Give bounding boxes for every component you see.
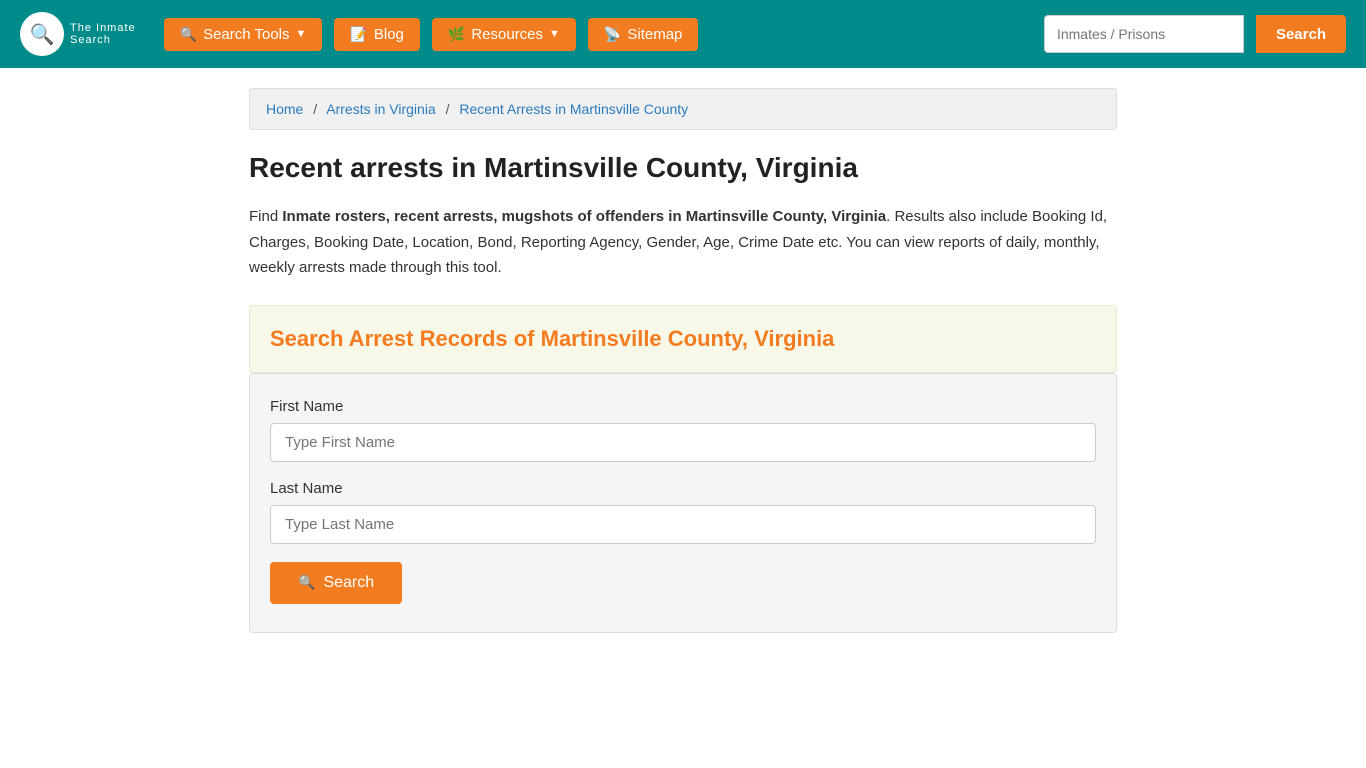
first-name-label: First Name: [270, 398, 1096, 415]
page-title: Recent arrests in Martinsville County, V…: [249, 152, 1117, 184]
breadcrumb-virginia-link[interactable]: Arrests in Virginia: [326, 101, 435, 117]
search-tools-icon: [180, 26, 197, 43]
last-name-input[interactable]: [270, 505, 1096, 544]
breadcrumb-separator: /: [313, 101, 317, 117]
header-search-input[interactable]: [1044, 15, 1244, 53]
sitemap-button[interactable]: Sitemap: [588, 18, 698, 51]
blog-icon: [350, 26, 367, 43]
search-form-area: First Name Last Name Search: [249, 373, 1117, 633]
blog-button[interactable]: Blog: [334, 18, 419, 51]
page-description: Find Inmate rosters, recent arrests, mug…: [249, 204, 1117, 281]
first-name-group: First Name: [270, 398, 1096, 462]
resources-icon: [448, 26, 465, 43]
search-submit-icon: [298, 574, 315, 592]
search-submit-button[interactable]: Search: [270, 562, 402, 604]
breadcrumb-martinsville-link[interactable]: Recent Arrests in Martinsville County: [459, 101, 688, 117]
logo-icon: 🔍: [20, 12, 64, 56]
chevron-down-icon: ▼: [549, 28, 560, 40]
breadcrumb: Home / Arrests in Virginia / Recent Arre…: [249, 88, 1117, 130]
last-name-label: Last Name: [270, 480, 1096, 497]
breadcrumb-home-link[interactable]: Home: [266, 101, 303, 117]
search-tools-button[interactable]: Search Tools ▼: [164, 18, 323, 51]
sitemap-icon: [604, 26, 621, 43]
chevron-down-icon: ▼: [296, 28, 307, 40]
search-section-title: Search Arrest Records of Martinsville Co…: [270, 326, 1096, 352]
main-content: Home / Arrests in Virginia / Recent Arre…: [233, 68, 1133, 653]
header-search-button[interactable]: Search: [1256, 15, 1346, 53]
last-name-group: Last Name: [270, 480, 1096, 544]
logo-text: The Inmate Search: [70, 22, 136, 46]
site-logo[interactable]: 🔍 The Inmate Search: [20, 12, 136, 56]
resources-button[interactable]: Resources ▼: [432, 18, 576, 51]
first-name-input[interactable]: [270, 423, 1096, 462]
site-header: 🔍 The Inmate Search Search Tools ▼ Blog …: [0, 0, 1366, 68]
search-section: Search Arrest Records of Martinsville Co…: [249, 305, 1117, 373]
breadcrumb-separator: /: [446, 101, 450, 117]
